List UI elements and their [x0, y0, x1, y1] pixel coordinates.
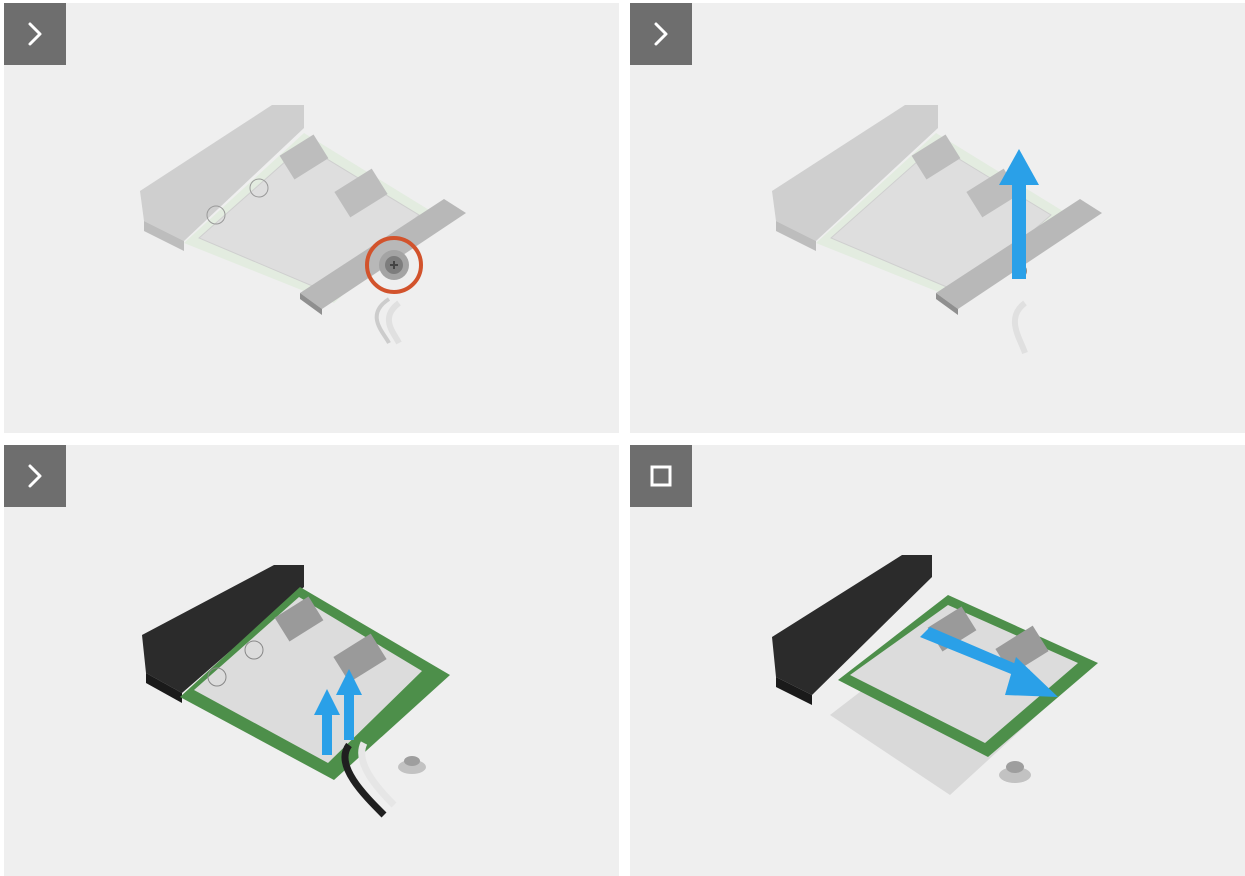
step-panel-2: [630, 3, 1245, 433]
stop-square-icon: [650, 465, 672, 487]
wlan-card-illustration: [772, 555, 1098, 795]
step-4-final-button[interactable]: [630, 445, 692, 507]
chevron-right-icon: [654, 22, 668, 46]
chevron-right-icon: [28, 464, 42, 488]
antenna-cable: [385, 300, 402, 345]
instruction-grid: [0, 0, 1245, 876]
step-panel-4: [630, 445, 1245, 876]
step-1-next-button[interactable]: [4, 3, 66, 65]
up-arrow-icon: [999, 149, 1039, 185]
chevron-right-icon: [28, 22, 42, 46]
wlan-card-illustration: [140, 105, 466, 345]
step-panel-3: [4, 445, 619, 876]
step-3-next-button[interactable]: [4, 445, 66, 507]
lift-arrow-shaft: [1012, 179, 1026, 279]
step-panel-1: [4, 3, 619, 433]
step-2-next-button[interactable]: [630, 3, 692, 65]
wlan-card-illustration: [772, 105, 1102, 355]
wlan-card-illustration: [142, 565, 450, 818]
antenna-cable: [1012, 300, 1028, 355]
